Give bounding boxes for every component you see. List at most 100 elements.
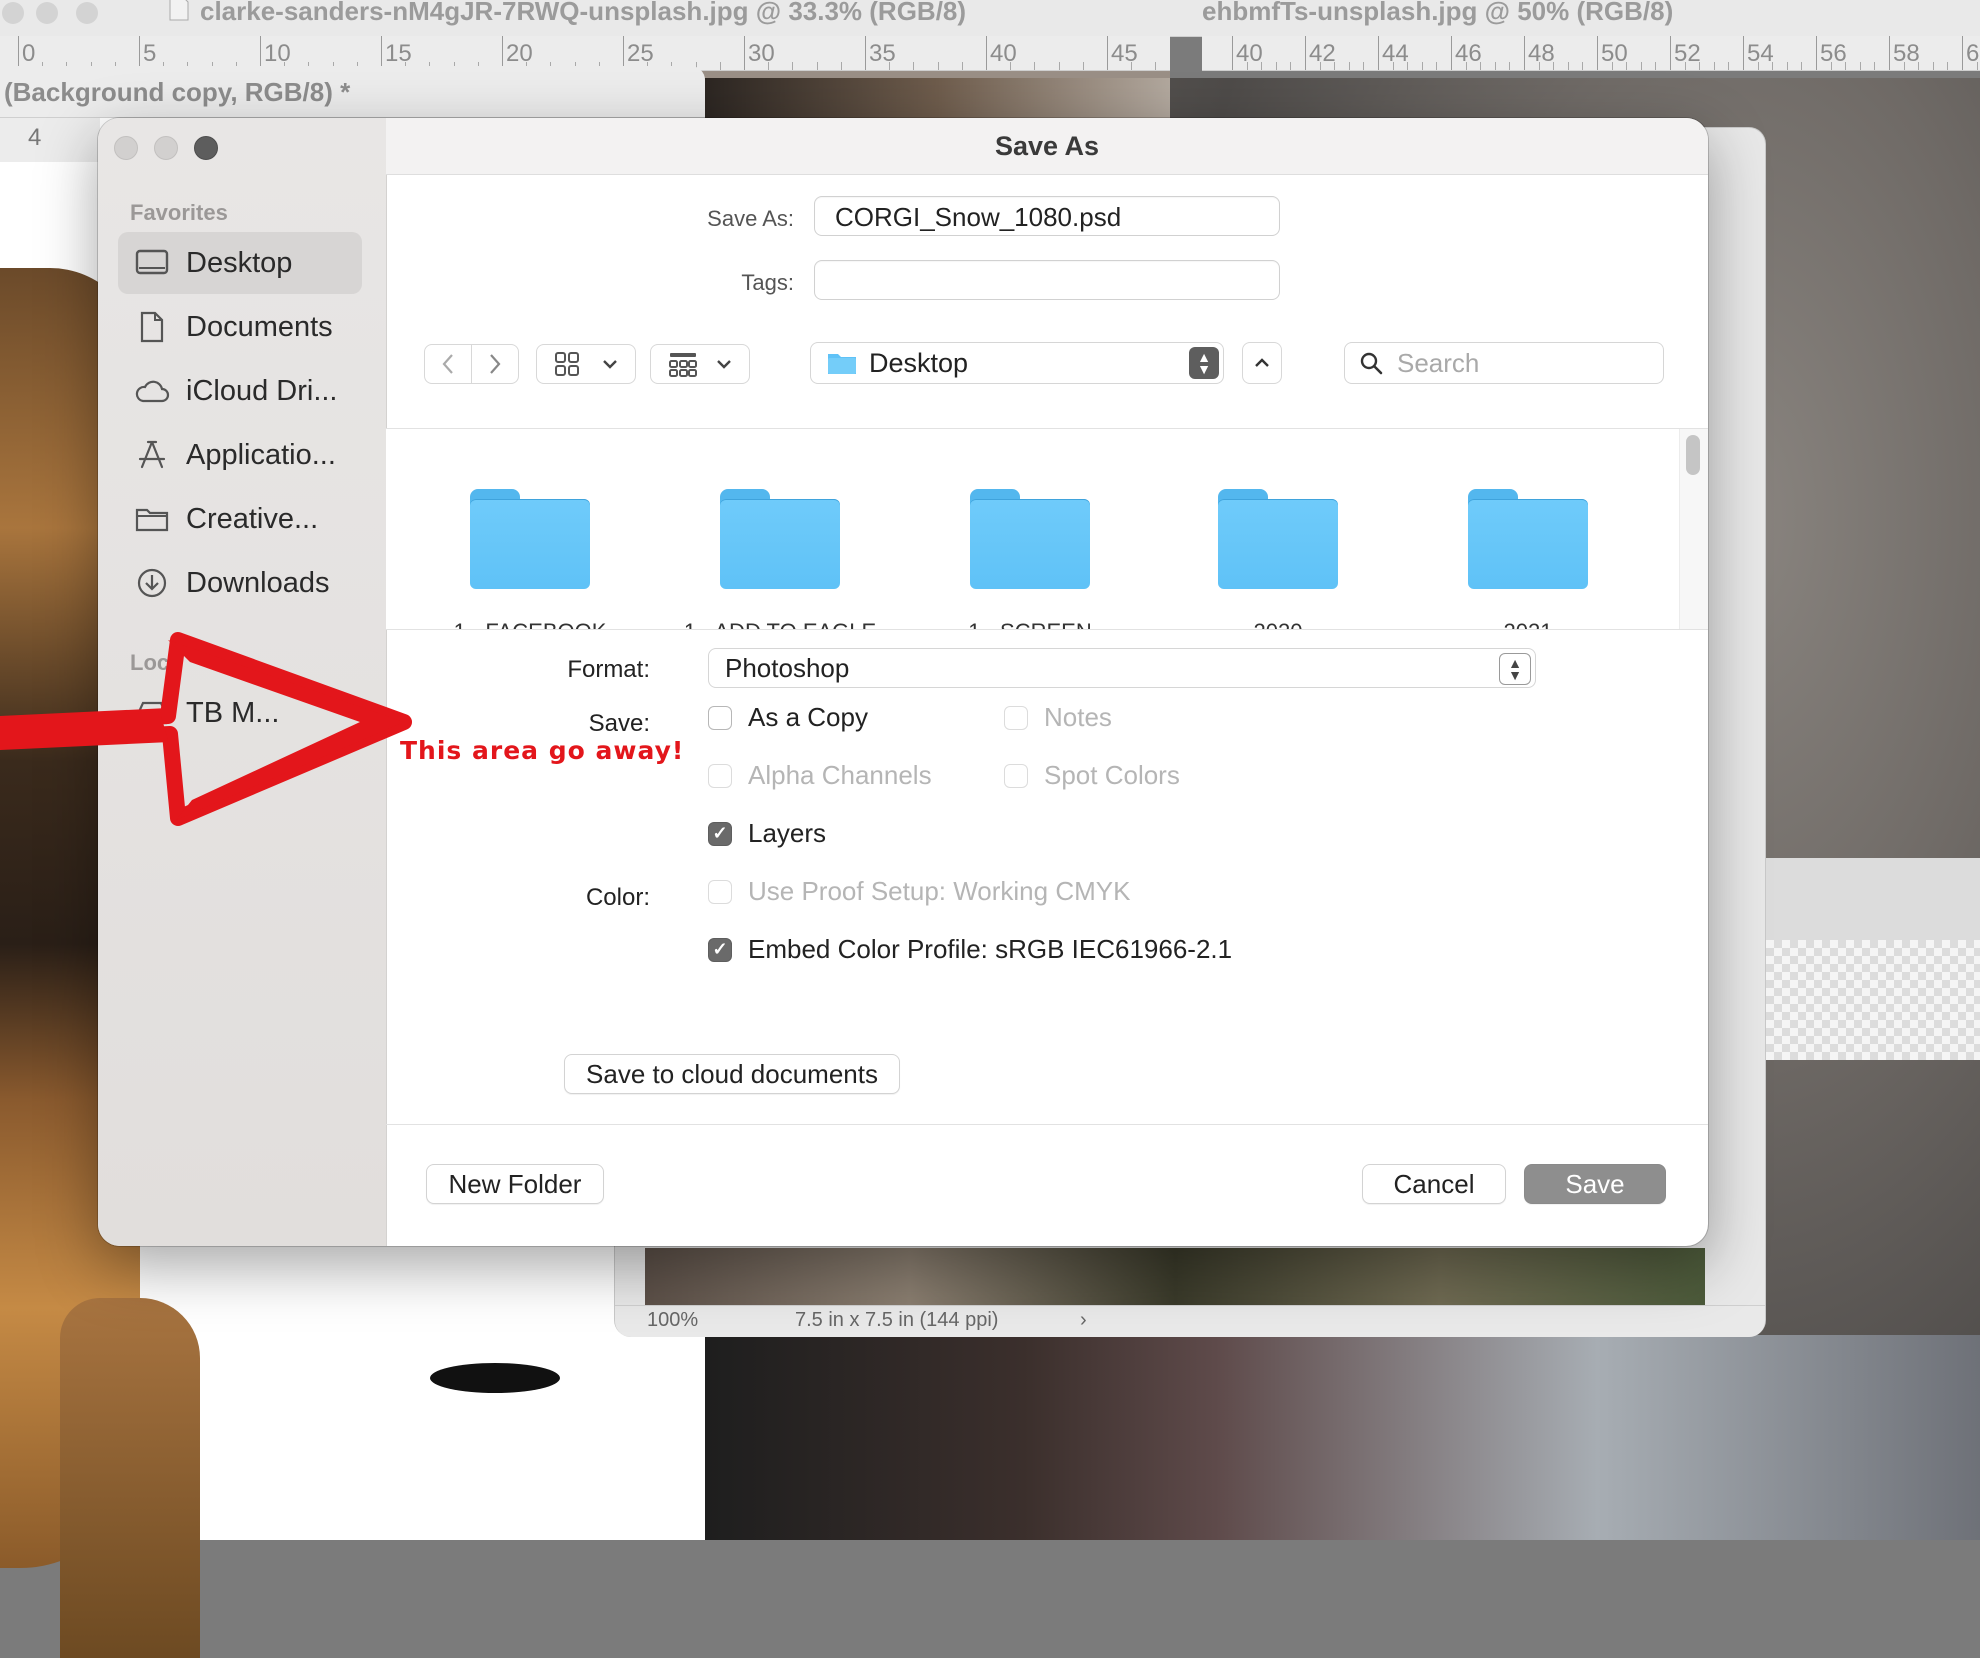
minimize-button[interactable] [154,136,178,160]
checkmark-icon[interactable]: ✓ [708,821,732,846]
embed-color-profile-checkbox[interactable]: ✓ Embed Color Profile: sRGB IEC61966-2.1 [708,934,1232,965]
ruler-minor-tick [1363,62,1365,70]
ruler-minor-tick [1421,62,1423,70]
vertical-ruler: 4 [0,118,100,162]
close-dot[interactable] [2,2,24,24]
tags-field[interactable] [814,260,1280,300]
ruler-label: 45 [1111,40,1138,67]
ruler-tick [1451,36,1452,70]
right-document-tab[interactable]: ehbmfTs-unsplash.jpg @ 50% (RGB/8) [1202,0,1980,37]
left-document-tab[interactable]: clarke-sanders-nM4gJR-7RWQ-unsplash.jpg … [0,0,1202,37]
new-folder-button[interactable]: New Folder [426,1164,604,1204]
sidebar-item-documents[interactable]: Documents [118,296,362,358]
folder-name: 1 - SCREEN [930,619,1130,629]
layers-checkbox[interactable]: ✓ Layers [708,818,826,849]
forward-button[interactable] [471,344,519,384]
sidebar-item-desktop[interactable]: Desktop [118,232,362,294]
ruler-minor-tick [1246,62,1248,70]
ruler-minor-tick [1436,62,1438,70]
folder-name: 1 - ADD TO EAGLE [680,619,880,629]
alpha-channels-checkbox[interactable]: Alpha Channels [708,760,932,791]
filename-field[interactable]: CORGI_Snow_1080.psd [814,196,1280,236]
cloud-icon [132,371,172,411]
ruler-minor-tick [792,62,794,70]
zoom-level[interactable]: 100% [647,1309,698,1332]
ruler-minor-tick [937,62,939,70]
save-to-cloud-button[interactable]: Save to cloud documents [564,1054,900,1094]
cancel-button[interactable]: Cancel [1362,1164,1506,1204]
folder-item[interactable]: 1 - ADD TO EAGLE [684,489,876,629]
sidebar-item-creative[interactable]: Creative... [118,488,362,550]
ruler-tick [1107,36,1108,70]
checkbox-box[interactable] [1004,763,1028,788]
ruler-minor-tick [1947,62,1949,70]
sidebar-item-applications[interactable]: Applicatio... [118,424,362,486]
ruler-minor-tick [1611,62,1613,70]
chevron-right-icon [490,354,501,374]
ruler-minor-tick [1034,62,1036,70]
ruler-tick [1743,36,1744,70]
ruler-minor-tick [1932,62,1934,70]
folder-item[interactable]: 2020 [1218,489,1338,629]
applications-icon [132,435,172,475]
ruler-tick [986,36,987,70]
dialog-title: Save As [386,118,1708,175]
format-popup[interactable]: Photoshop ▲ ▼ [708,648,1536,688]
folder-name: 2020 [1178,619,1378,629]
checkbox-box[interactable] [708,763,732,788]
ruler-label: 35 [869,40,896,67]
back-button[interactable] [424,344,472,384]
as-a-copy-checkbox[interactable]: As a Copy [708,702,868,733]
ruler-tick [1305,36,1306,70]
transparency-checker [1766,940,1980,1060]
ruler-minor-tick [1859,62,1861,70]
ruler-minor-tick [816,62,818,70]
checkbox-box[interactable] [1004,705,1028,730]
ruler-minor-tick [1567,62,1569,70]
scrollbar-thumb[interactable] [1686,435,1700,475]
collapse-button[interactable] [1242,342,1282,384]
gallery-view-button[interactable] [650,344,750,384]
ruler-minor-tick [1874,62,1876,70]
checkbox-box[interactable] [708,705,732,730]
ruler-minor-tick [1713,62,1715,70]
tags-label: Tags: [741,270,794,295]
folder-item[interactable]: 1 - SCREEN [968,489,1092,629]
folder-item[interactable]: 1 - FACEBOOK [454,489,606,629]
ruler-label: 5 [143,40,157,67]
document-subtitle: (Background copy, RGB/8) * [4,77,351,107]
zoom-dot[interactable] [76,2,98,24]
use-proof-setup-checkbox[interactable]: Use Proof Setup: Working CMYK [708,876,1130,907]
snow-photo-strip [645,1248,1705,1308]
ruler-label: 40 [990,40,1017,67]
checkbox-box[interactable] [708,879,732,904]
ruler-minor-tick [1640,62,1642,70]
ruler-minor-tick [1918,62,1920,70]
folder-item[interactable]: 2021 [1468,489,1588,629]
save-button[interactable]: Save [1524,1164,1666,1204]
spot-colors-checkbox[interactable]: Spot Colors [1004,760,1180,791]
search-input[interactable]: Search [1344,342,1664,384]
ruler-label: 56 [1820,40,1847,67]
ruler-minor-tick [1830,62,1832,70]
checkmark-icon[interactable]: ✓ [708,937,732,962]
ruler-minor-tick [1845,62,1847,70]
ruler-minor-tick [961,62,963,70]
sidebar-item-icloud[interactable]: iCloud Dri... [118,360,362,422]
ruler-minor-tick [1407,62,1409,70]
ruler-minor-tick [1786,62,1788,70]
minimize-dot[interactable] [36,2,58,24]
ruler-tick [1816,36,1817,70]
group-grid-icon [669,353,697,377]
chevron-right-icon[interactable]: › [1080,1309,1087,1332]
close-button[interactable] [114,136,138,160]
location-popup[interactable]: Desktop ▲ ▼ [810,342,1224,384]
notes-checkbox[interactable]: Notes [1004,702,1112,733]
scrollbar-track[interactable] [1679,429,1708,629]
folder-body [720,499,840,589]
icon-view-button[interactable] [536,344,636,384]
ruler-minor-tick [1058,62,1060,70]
zoom-button[interactable] [194,136,218,160]
right-horizontal-ruler: 40 42 44 46 48 50 52 54 56 58 60 [1202,36,1980,71]
sidebar-item-label: Desktop [186,246,293,279]
